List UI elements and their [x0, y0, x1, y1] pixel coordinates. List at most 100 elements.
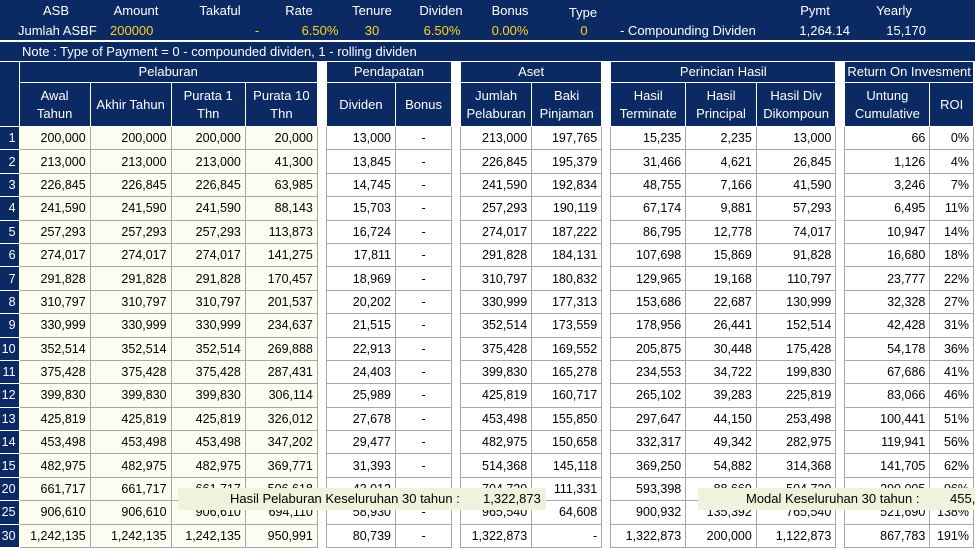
cell-unt[interactable]: 83,066: [844, 383, 931, 408]
cell-prin[interactable]: 9,881: [685, 196, 757, 221]
cell-term[interactable]: 153,686: [610, 289, 687, 315]
cell-awal[interactable]: 291,828: [18, 266, 91, 291]
cell-unt[interactable]: 6,495: [844, 196, 931, 221]
cell-bon[interactable]: -: [395, 523, 453, 548]
cell-unt[interactable]: 32,328: [844, 289, 931, 315]
cell-bon[interactable]: -: [395, 336, 453, 361]
takaful-input[interactable]: -: [250, 20, 264, 40]
cell-unt[interactable]: 42,428: [844, 313, 931, 338]
cell-bon[interactable]: -: [395, 383, 453, 408]
cell-p10[interactable]: 347,202: [244, 430, 318, 455]
cell-baki[interactable]: 165,278: [531, 359, 603, 385]
cell-awal[interactable]: 375,428: [18, 359, 91, 385]
cell-bon[interactable]: -: [395, 172, 453, 198]
cell-akhir[interactable]: 241,590: [89, 196, 172, 221]
cell-prin[interactable]: 26,441: [685, 313, 757, 338]
cell-bon[interactable]: -: [395, 149, 453, 174]
cell-roi[interactable]: 0%: [929, 125, 974, 151]
cell-roi[interactable]: 41%: [929, 359, 974, 385]
cell-hdiv[interactable]: 199,830: [755, 359, 837, 385]
bonus-input[interactable]: 0.00%: [478, 20, 542, 40]
cell-term[interactable]: 67,174: [610, 196, 687, 221]
cell-baki[interactable]: 173,559: [531, 313, 603, 338]
cell-jum[interactable]: 1,322,873: [460, 523, 533, 548]
cell-akhir[interactable]: 291,828: [89, 266, 172, 291]
cell-bon[interactable]: -: [395, 125, 453, 151]
cell-baki[interactable]: 192,834: [531, 172, 603, 198]
cell-awal[interactable]: 213,000: [18, 149, 91, 174]
cell-p1[interactable]: 310,797: [170, 289, 246, 315]
cell-awal[interactable]: 482,975: [18, 453, 91, 478]
cell-unt[interactable]: 10,947: [844, 219, 931, 244]
cell-unt[interactable]: 66: [844, 125, 931, 151]
cell-akhir[interactable]: 482,975: [89, 453, 172, 478]
cell-jum[interactable]: 453,498: [460, 406, 533, 432]
cell-bon[interactable]: -: [395, 313, 453, 338]
cell-p10[interactable]: 201,537: [244, 289, 318, 315]
cell-hdiv[interactable]: 225,819: [755, 383, 837, 408]
cell-akhir[interactable]: 213,000: [89, 149, 172, 174]
cell-jum[interactable]: 425,819: [460, 383, 533, 408]
cell-prin[interactable]: 7,166: [685, 172, 757, 198]
cell-unt[interactable]: 119,941: [844, 430, 931, 455]
cell-baki[interactable]: 169,552: [531, 336, 603, 361]
cell-p10[interactable]: 950,991: [244, 523, 318, 548]
cell-term[interactable]: 48,755: [610, 172, 687, 198]
cell-p1[interactable]: 274,017: [170, 242, 246, 268]
cell-p10[interactable]: 306,114: [244, 383, 318, 408]
cell-hdiv[interactable]: 13,000: [755, 125, 837, 151]
cell-p1[interactable]: 226,845: [170, 172, 246, 198]
cell-awal[interactable]: 310,797: [18, 289, 91, 315]
cell-y[interactable]: 10: [0, 336, 20, 361]
cell-term[interactable]: 178,956: [610, 313, 687, 338]
cell-hdiv[interactable]: 314,368: [755, 453, 837, 478]
cell-baki[interactable]: 150,658: [531, 430, 603, 455]
cell-jum[interactable]: 257,293: [460, 196, 533, 221]
dividen-input[interactable]: 6.50%: [410, 20, 474, 40]
cell-div[interactable]: 16,724: [325, 219, 397, 244]
cell-term[interactable]: 31,466: [610, 149, 687, 174]
cell-p10[interactable]: 20,000: [244, 125, 318, 151]
cell-p1[interactable]: 352,514: [170, 336, 246, 361]
cell-term[interactable]: 297,647: [610, 406, 687, 432]
cell-prin[interactable]: 30,448: [685, 336, 757, 361]
cell-p10[interactable]: 88,143: [244, 196, 318, 221]
cell-p1[interactable]: 482,975: [170, 453, 246, 478]
cell-term[interactable]: 369,250: [610, 453, 687, 478]
cell-prin[interactable]: 4,621: [685, 149, 757, 174]
cell-div[interactable]: 13,000: [325, 125, 397, 151]
cell-y[interactable]: 30: [0, 523, 20, 548]
cell-div[interactable]: 29,477: [325, 430, 397, 455]
cell-awal[interactable]: 352,514: [18, 336, 91, 361]
cell-div[interactable]: 80,739: [325, 523, 397, 548]
cell-roi[interactable]: 22%: [929, 266, 974, 291]
cell-p10[interactable]: 63,985: [244, 172, 318, 198]
cell-roi[interactable]: 31%: [929, 313, 974, 338]
cell-jum[interactable]: 330,999: [460, 289, 533, 315]
cell-baki[interactable]: 184,131: [531, 242, 603, 268]
cell-awal[interactable]: 399,830: [18, 383, 91, 408]
cell-p1[interactable]: 453,498: [170, 430, 246, 455]
cell-div[interactable]: 13,845: [325, 149, 397, 174]
cell-baki[interactable]: 145,118: [531, 453, 603, 478]
cell-awal[interactable]: 257,293: [18, 219, 91, 244]
cell-div[interactable]: 20,202: [325, 289, 397, 315]
cell-roi[interactable]: 46%: [929, 383, 974, 408]
cell-unt[interactable]: 67,686: [844, 359, 931, 385]
cell-prin[interactable]: 19,168: [685, 266, 757, 291]
cell-jum[interactable]: 514,368: [460, 453, 533, 478]
cell-jum[interactable]: 310,797: [460, 266, 533, 291]
cell-akhir[interactable]: 352,514: [89, 336, 172, 361]
cell-prin[interactable]: 49,342: [685, 430, 757, 455]
cell-y[interactable]: 12: [0, 383, 20, 408]
cell-div[interactable]: 27,678: [325, 406, 397, 432]
cell-term[interactable]: 205,875: [610, 336, 687, 361]
cell-p1[interactable]: 399,830: [170, 383, 246, 408]
amount-input[interactable]: 200000: [110, 20, 180, 40]
cell-prin[interactable]: 2,235: [685, 125, 757, 151]
cell-p1[interactable]: 1,242,135: [170, 523, 246, 548]
cell-p1[interactable]: 425,819: [170, 406, 246, 432]
cell-y[interactable]: 7: [0, 266, 20, 291]
cell-hdiv[interactable]: 41,590: [755, 172, 837, 198]
cell-akhir[interactable]: 425,819: [89, 406, 172, 432]
